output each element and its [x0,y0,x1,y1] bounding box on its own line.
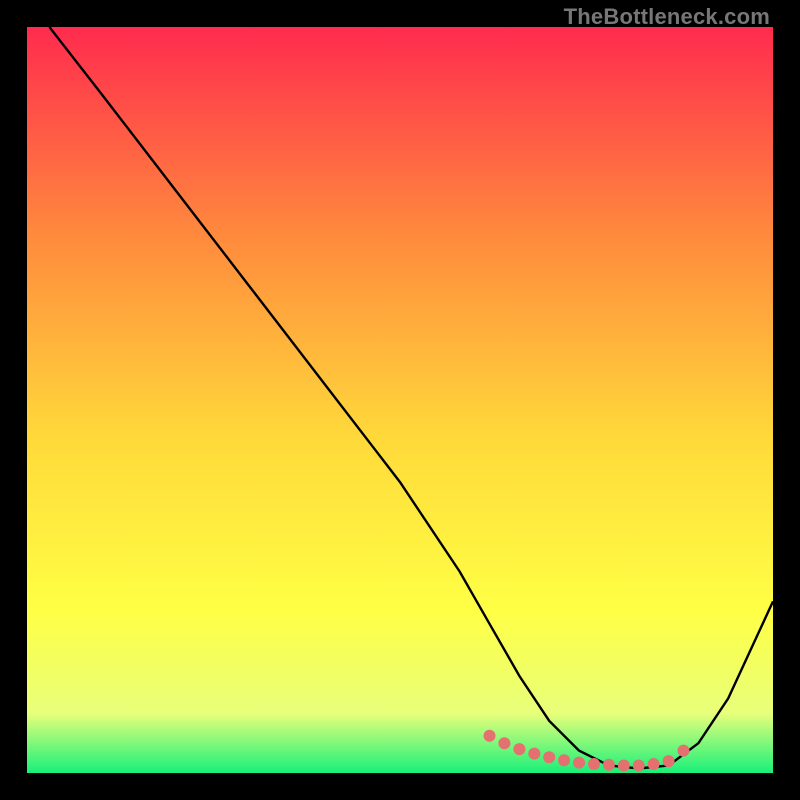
marker-dot [588,758,600,770]
gradient-background [27,27,773,773]
marker-dot [678,745,690,757]
marker-dot [558,754,570,766]
chart-svg [27,27,773,773]
marker-dot [618,760,630,772]
marker-dot [484,730,496,742]
marker-dot [633,760,645,772]
marker-dot [513,743,525,755]
marker-dot [543,751,555,763]
marker-dot [573,757,585,769]
marker-dot [663,755,675,767]
marker-dot [498,737,510,749]
marker-dot [603,759,615,771]
marker-dot [528,748,540,760]
marker-dot [648,758,660,770]
plot-area [27,27,773,773]
chart-frame: TheBottleneck.com [0,0,800,800]
